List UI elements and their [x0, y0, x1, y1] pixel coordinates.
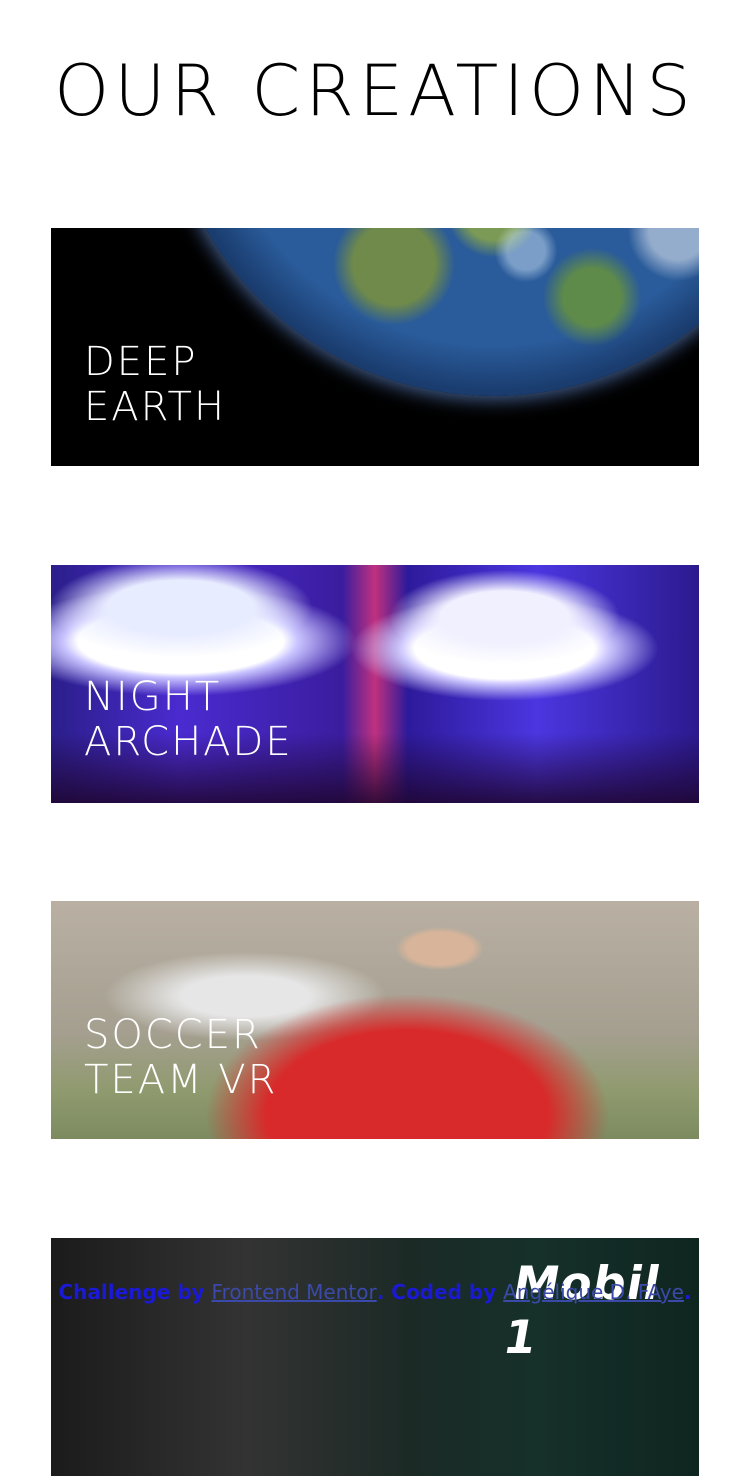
- card-title: SOCCER TEAM VR: [84, 1013, 484, 1103]
- frontend-mentor-link[interactable]: Frontend Mentor: [212, 1280, 377, 1304]
- card-title-line1: NIGHT: [84, 674, 222, 720]
- card-title-line2: EARTH: [84, 384, 227, 430]
- card-title-line2: ARCHADE: [84, 719, 293, 765]
- creation-card-night-archade[interactable]: NIGHT ARCHADE: [51, 565, 699, 803]
- creation-card-partial[interactable]: Mobil 1: [51, 1238, 699, 1476]
- creation-card-deep-earth[interactable]: DEEP EARTH: [51, 228, 699, 466]
- card-title-line1: DEEP: [84, 339, 198, 385]
- card-title: NIGHT ARCHADE: [84, 675, 484, 765]
- page-title: OUR CREATIONS: [54, 50, 696, 132]
- attribution-prefix: Challenge by: [58, 1280, 212, 1304]
- card-title-line1: SOCCER: [84, 1012, 262, 1058]
- author-link[interactable]: Angélique D. FAye: [503, 1280, 684, 1304]
- card-title-line2: TEAM VR: [84, 1057, 278, 1103]
- attribution-suffix: .: [683, 1280, 692, 1304]
- attribution: Challenge by Frontend Mentor. Coded by A…: [0, 1276, 750, 1308]
- attribution-middle: . Coded by: [376, 1280, 504, 1304]
- creation-card-soccer-team-vr[interactable]: SOCCER TEAM VR: [51, 901, 699, 1139]
- card-image-brand-text: Mobil 1: [499, 1256, 666, 1364]
- card-title: DEEP EARTH: [84, 340, 484, 430]
